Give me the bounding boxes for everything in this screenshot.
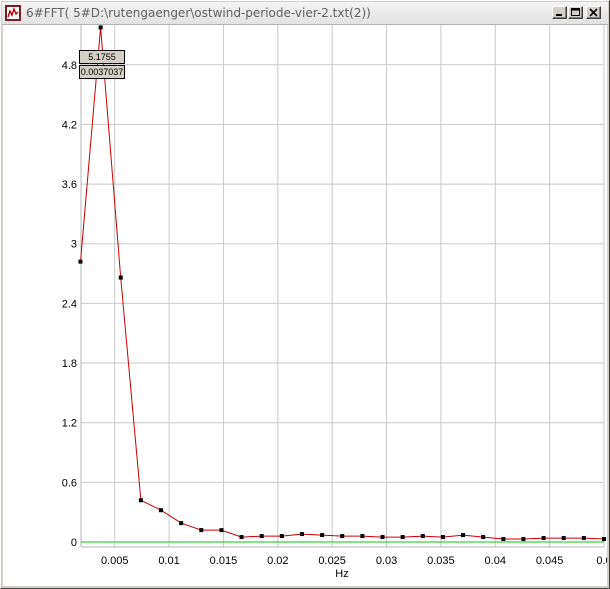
fft-chart[interactable]: 00.61.21.82.433.64.24.8 0.005 0.01 0.015 0.… (3, 25, 607, 586)
grid-lines (80, 25, 605, 548)
maximize-icon (571, 8, 580, 16)
data-point (521, 537, 526, 542)
y-tick-label: 2.4 (62, 298, 77, 310)
maximize-button[interactable] (568, 6, 583, 19)
data-point (299, 532, 304, 537)
fft-window: 6#FFT( 5#D:\rutengaenger\ostwind-periode… (0, 0, 610, 589)
x-tick-label: 0.04 (485, 555, 506, 567)
x-tick-label: 0.01 (158, 555, 179, 567)
x-tick-label: 0.03 (376, 555, 397, 567)
y-axis: 0 0.6 1.2 1.8 2.4 3 3.6 4.2 4.8 (62, 60, 77, 549)
data-point (481, 535, 486, 540)
y-tick-label: 1.2 (62, 418, 77, 430)
chart-app-icon[interactable] (5, 5, 21, 21)
data-point (219, 528, 224, 533)
y-tick-label: 0 (71, 537, 77, 549)
close-icon (589, 8, 598, 17)
x-tick-label: 0.005 (101, 555, 129, 567)
data-markers (78, 25, 606, 542)
data-point (400, 535, 405, 540)
title-bar[interactable]: 6#FFT( 5#D:\rutengaenger\ostwind-periode… (2, 2, 608, 25)
x-tick-label: 0.045 (536, 555, 564, 567)
data-point (118, 275, 123, 280)
data-point (602, 537, 606, 542)
data-point (461, 533, 466, 538)
x-tick-label: 0.025 (318, 555, 346, 567)
x-axis-label: Hz (335, 568, 348, 580)
chart-area[interactable]: 0 0.6 1.2 1.8 2.4 3 3.6 4.2 4.8 0.005 0.01 0.015 0.… (3, 25, 607, 586)
close-button[interactable] (586, 6, 601, 19)
data-point (239, 535, 244, 540)
data-point (440, 535, 445, 540)
data-point (581, 536, 586, 541)
data-point (420, 534, 425, 539)
data-point (259, 534, 264, 539)
data-point (138, 498, 143, 503)
minimize-icon (556, 14, 562, 16)
y-tick-label: 3 (71, 239, 77, 251)
y-tick-label: 0.6 (62, 477, 77, 489)
data-point (541, 536, 546, 541)
tooltip-y-value: 5.1755 (79, 50, 125, 64)
x-tick-label: 0.015 (210, 555, 238, 567)
data-point (360, 534, 365, 539)
y-tick-label: 1.8 (62, 358, 77, 370)
data-point (159, 508, 164, 513)
data-point-tooltip: 5.1755 0.0037037 (79, 50, 125, 80)
data-point (98, 25, 103, 30)
y-tick-label: 4.8 (62, 60, 77, 72)
window-title: 6#FFT( 5#D:\rutengaenger\ostwind-periode… (26, 6, 371, 20)
y-tick-label: 3.6 (62, 179, 77, 191)
data-point (340, 534, 345, 539)
x-tick-label: 0.035 (427, 555, 455, 567)
data-point (279, 534, 284, 539)
data-point (179, 521, 184, 526)
x-axis: 0.005 0.01 0.015 0.02 0.025 0.03 0.035 0.04 0.04… (101, 555, 607, 567)
data-point (380, 535, 385, 540)
data-point (78, 259, 83, 264)
tooltip-x-value: 0.0037037 (79, 65, 125, 79)
data-point (501, 537, 506, 542)
data-point (561, 536, 566, 541)
y-tick-label: 4.2 (62, 119, 77, 131)
series-line (80, 27, 605, 540)
x-tick-label: 0.02 (267, 555, 288, 567)
minimize-button[interactable] (552, 6, 567, 19)
data-point (320, 533, 325, 538)
data-point (199, 528, 204, 533)
x-tick-label: 0.0 (596, 555, 607, 567)
